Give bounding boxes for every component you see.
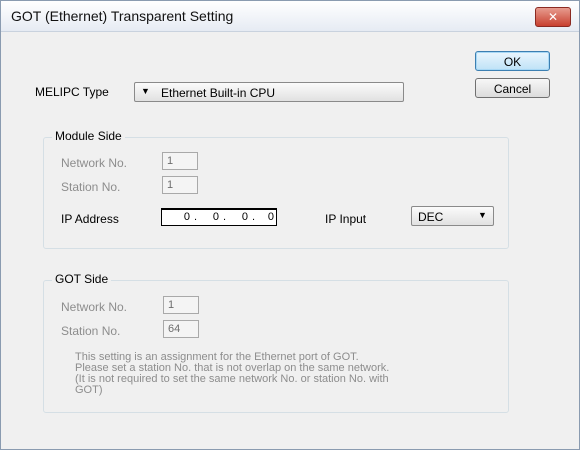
ip-octet-3[interactable]: 0 (220, 211, 248, 223)
got-network-field: 1 (163, 296, 199, 314)
cancel-button[interactable]: Cancel (475, 78, 550, 98)
dialog-window: GOT (Ethernet) Transparent Setting ✕ OK … (0, 0, 580, 450)
ip-octet-2[interactable]: 0 (191, 211, 219, 223)
ip-octet-4[interactable]: 0 (246, 211, 274, 223)
title-bar: GOT (Ethernet) Transparent Setting ✕ (1, 1, 579, 32)
got-side-note: This setting is an assignment for the Et… (75, 352, 485, 396)
dialog-title: GOT (Ethernet) Transparent Setting (11, 8, 234, 24)
ip-input-value: DEC (418, 210, 444, 224)
module-station-field: 1 (162, 176, 198, 194)
module-network-field: 1 (162, 152, 198, 170)
chevron-down-icon: ▼ (141, 86, 150, 96)
got-network-label: Network No. (61, 300, 128, 314)
note-line: (It is not required to set the same netw… (75, 373, 389, 385)
module-station-label: Station No. (61, 180, 121, 194)
melipc-type-value: Ethernet Built-in CPU (161, 86, 276, 100)
ip-input-label: IP Input (325, 212, 367, 226)
ok-button[interactable]: OK (475, 51, 550, 71)
got-station-label: Station No. (61, 324, 121, 338)
note-line: GOT) (75, 384, 103, 396)
module-side-title: Module Side (52, 129, 125, 143)
ip-address-input[interactable]: 0 . 0 . 0 . 0 (161, 208, 277, 226)
melipc-type-label: MELIPC Type (35, 85, 109, 99)
chevron-down-icon: ▼ (478, 210, 487, 220)
close-button[interactable]: ✕ (535, 7, 571, 27)
got-station-field: 64 (163, 320, 199, 338)
ip-address-label: IP Address (61, 212, 119, 226)
ip-input-dropdown[interactable]: DEC ▼ (411, 206, 494, 226)
ip-octet-1[interactable]: 0 (162, 211, 190, 223)
melipc-type-dropdown[interactable]: ▼ Ethernet Built-in CPU (134, 82, 404, 102)
close-icon: ✕ (547, 10, 559, 24)
got-side-title: GOT Side (52, 272, 112, 286)
module-network-label: Network No. (61, 156, 128, 170)
